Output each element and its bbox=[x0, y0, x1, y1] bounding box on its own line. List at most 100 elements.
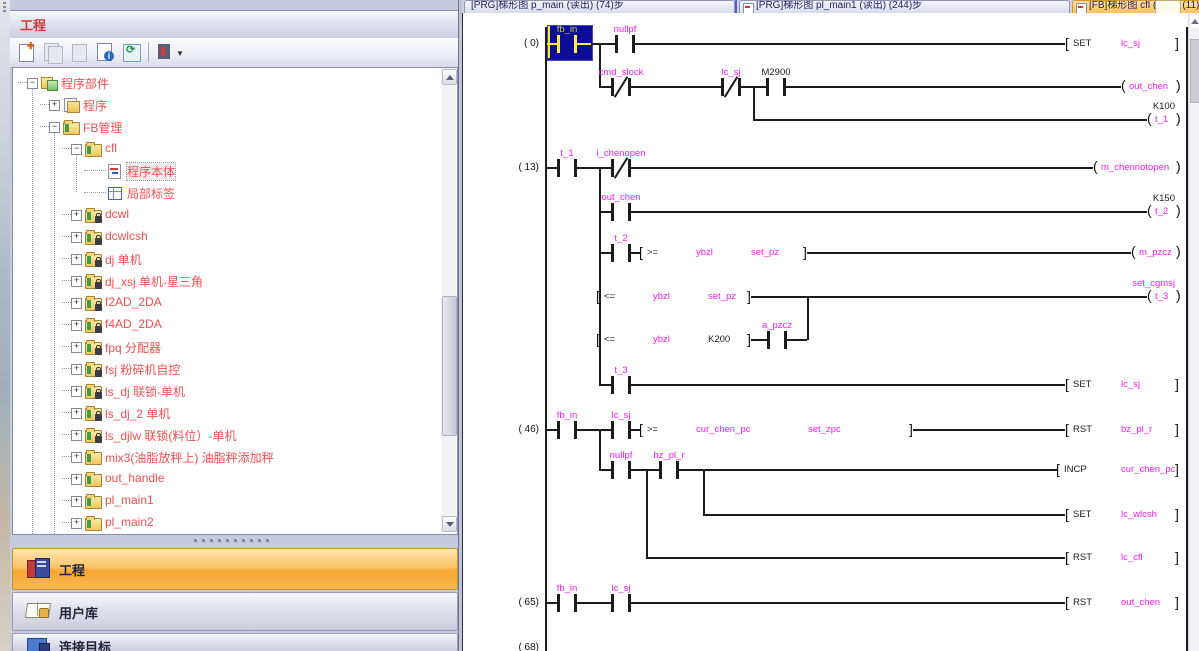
compare-operand[interactable]: set_pz bbox=[708, 291, 736, 302]
tree-expand-toggle[interactable]: + bbox=[71, 496, 82, 507]
tree-expand-toggle[interactable]: + bbox=[71, 232, 82, 243]
new-data-button[interactable]: ✚ bbox=[16, 41, 38, 63]
contact-no[interactable] bbox=[611, 420, 631, 440]
instruction-mnemonic[interactable]: INCP bbox=[1064, 464, 1087, 475]
tree-expand-toggle[interactable]: − bbox=[27, 78, 38, 89]
tree-item-label[interactable]: pl_main1 bbox=[105, 493, 154, 507]
contact-no[interactable] bbox=[611, 593, 631, 613]
tree-expand-toggle[interactable]: + bbox=[71, 518, 82, 529]
tree-item-label[interactable]: 程序 bbox=[83, 97, 107, 114]
editor-tab-2[interactable]: [PRG]梯形图 pl_main1 (读出) (244)步 bbox=[739, 0, 1070, 14]
tree-expand-toggle[interactable]: + bbox=[71, 430, 82, 441]
tree-expand-toggle[interactable]: − bbox=[49, 122, 60, 133]
ladder-scrollbar[interactable] bbox=[1188, 13, 1199, 651]
nav-button-project[interactable]: 工程 bbox=[12, 548, 458, 590]
tree-expand-toggle[interactable]: + bbox=[71, 408, 82, 419]
tree-expand-toggle[interactable]: + bbox=[49, 100, 60, 111]
tree-item-label[interactable]: dcwl bbox=[105, 207, 129, 221]
tree-item-label[interactable]: dj_xsj 单机-星三角 bbox=[105, 273, 203, 290]
tree-item[interactable]: +f2AD_2DA bbox=[13, 292, 433, 314]
compare-operand[interactable]: set_pz bbox=[751, 247, 779, 258]
tree-expand-toggle[interactable]: + bbox=[71, 342, 82, 353]
tree-item[interactable]: + dcwl bbox=[13, 204, 433, 226]
nav-button-user-library[interactable]: 用户库 bbox=[12, 592, 458, 631]
ladder-scroll-up[interactable] bbox=[1190, 15, 1199, 28]
tree-item[interactable]: +f4AD_2DA bbox=[13, 314, 433, 336]
tree-item[interactable]: + out_handle bbox=[13, 468, 433, 490]
contact-no[interactable] bbox=[659, 460, 679, 480]
tree-item-label[interactable]: 局部标签 bbox=[127, 185, 175, 202]
instruction-operand[interactable]: cur_chen_pc bbox=[1121, 464, 1175, 475]
dock-grip-handle[interactable] bbox=[3, 2, 6, 14]
instruction-operand[interactable]: lc_sj bbox=[1121, 38, 1140, 49]
coil-operand[interactable]: t_2 bbox=[1155, 206, 1168, 217]
tree-item-label[interactable]: 程序本体 bbox=[127, 163, 175, 180]
tree-expand-toggle[interactable]: + bbox=[71, 210, 82, 221]
compare-operand[interactable]: ybzl bbox=[653, 291, 670, 302]
instruction-operand[interactable]: out_chen bbox=[1121, 597, 1160, 608]
tree-item[interactable]: +fpq 分配器 bbox=[13, 336, 433, 358]
tree-item-label[interactable]: 程序部件 bbox=[61, 75, 109, 92]
tree-expand-toggle[interactable]: + bbox=[71, 452, 82, 463]
tree-item-label[interactable]: mix3(油脂放秤上) 油脂秤添加秤 bbox=[105, 449, 274, 466]
contact-no[interactable] bbox=[557, 158, 577, 178]
tree-item[interactable]: 程序本体 bbox=[13, 160, 433, 182]
tree-scrollbar[interactable] bbox=[441, 68, 456, 532]
paste-button[interactable] bbox=[68, 41, 90, 63]
tree-expand-toggle[interactable]: − bbox=[71, 144, 82, 155]
tree-item-label[interactable]: f4AD_2DA bbox=[105, 317, 162, 331]
instruction-operand[interactable]: lc_sj bbox=[1121, 379, 1140, 390]
tree-item-label[interactable]: ls_dj_2 单机 bbox=[105, 405, 170, 422]
coil-operand[interactable]: out_chen bbox=[1129, 81, 1168, 92]
tree-scroll-down[interactable] bbox=[442, 516, 457, 532]
tree-item[interactable]: +fsj 粉碎机自控 bbox=[13, 358, 433, 380]
instruction-mnemonic[interactable]: RST bbox=[1073, 424, 1092, 435]
tree-item[interactable]: + pl_main1 bbox=[13, 490, 433, 512]
tree-item[interactable]: + pl_main2 bbox=[13, 512, 433, 534]
tree-item[interactable]: + mix3(油脂放秤上) 油脂秤添加秤 bbox=[13, 446, 433, 468]
tree-expand-toggle[interactable]: + bbox=[71, 364, 82, 375]
contact-nc[interactable] bbox=[721, 77, 741, 97]
instruction-operand[interactable]: bz_pl_r bbox=[1121, 424, 1152, 435]
editor-tab-1[interactable]: [PRG]梯形图 p_main (读出) (74)步 bbox=[464, 0, 735, 14]
tree-item[interactable]: − cfl bbox=[13, 138, 433, 160]
tree-item-label[interactable]: out_handle bbox=[105, 471, 164, 485]
contact-no[interactable] bbox=[557, 34, 577, 54]
tree-item[interactable]: −FB管理 bbox=[13, 116, 433, 138]
tree-item-label[interactable]: dcwlcsh bbox=[105, 229, 148, 243]
instruction-mnemonic[interactable]: RST bbox=[1073, 597, 1092, 608]
tree-item-label[interactable]: pl_main2 bbox=[105, 515, 154, 529]
tab-corner-button[interactable] bbox=[1155, 0, 1181, 14]
tree-expand-toggle[interactable]: + bbox=[71, 254, 82, 265]
compare-operand[interactable]: cur_chen_pc bbox=[696, 424, 750, 435]
tree-item[interactable]: − 程序部件 bbox=[13, 72, 433, 94]
panel-splitter[interactable] bbox=[10, 534, 458, 547]
nav-button-connection[interactable]: 连接目标 bbox=[12, 633, 458, 651]
instruction-mnemonic[interactable]: SET bbox=[1073, 509, 1091, 520]
contact-no[interactable] bbox=[615, 34, 635, 54]
tree-item[interactable]: 局部标签 bbox=[13, 182, 433, 204]
tree-item[interactable]: +ls_djlw 联锁(料位）-单机 bbox=[13, 424, 433, 446]
compare-operand[interactable]: K200 bbox=[708, 334, 730, 345]
coil-operand[interactable]: m_pzcz bbox=[1139, 247, 1172, 258]
compare-operand[interactable]: ybzl bbox=[653, 334, 670, 345]
tree-item[interactable]: +ls_dj 联锁-单机 bbox=[13, 380, 433, 402]
tree-expand-toggle[interactable]: + bbox=[71, 298, 82, 309]
contact-no[interactable] bbox=[611, 375, 631, 395]
contact-no[interactable] bbox=[611, 243, 631, 263]
compare-operand[interactable]: ybzl bbox=[696, 247, 713, 258]
contact-no[interactable] bbox=[767, 330, 787, 350]
tree-expand-toggle[interactable]: + bbox=[71, 474, 82, 485]
contact-no[interactable] bbox=[557, 420, 577, 440]
coil-operand[interactable]: m_chennotopen bbox=[1101, 162, 1169, 173]
tree-expand-toggle[interactable]: + bbox=[71, 386, 82, 397]
contact-no[interactable] bbox=[766, 77, 786, 97]
tree-item[interactable]: + 程序 bbox=[13, 94, 433, 116]
contact-no[interactable] bbox=[611, 202, 631, 222]
contact-no[interactable] bbox=[557, 593, 577, 613]
tree-item-label[interactable]: cfl bbox=[105, 141, 117, 155]
instruction-operand[interactable]: lc_wlcsh bbox=[1121, 509, 1157, 520]
tree-item[interactable]: +dj_xsj 单机-星三角 bbox=[13, 270, 433, 292]
copy-button[interactable] bbox=[42, 41, 64, 63]
tree-item[interactable]: + dcwlcsh bbox=[13, 226, 433, 248]
